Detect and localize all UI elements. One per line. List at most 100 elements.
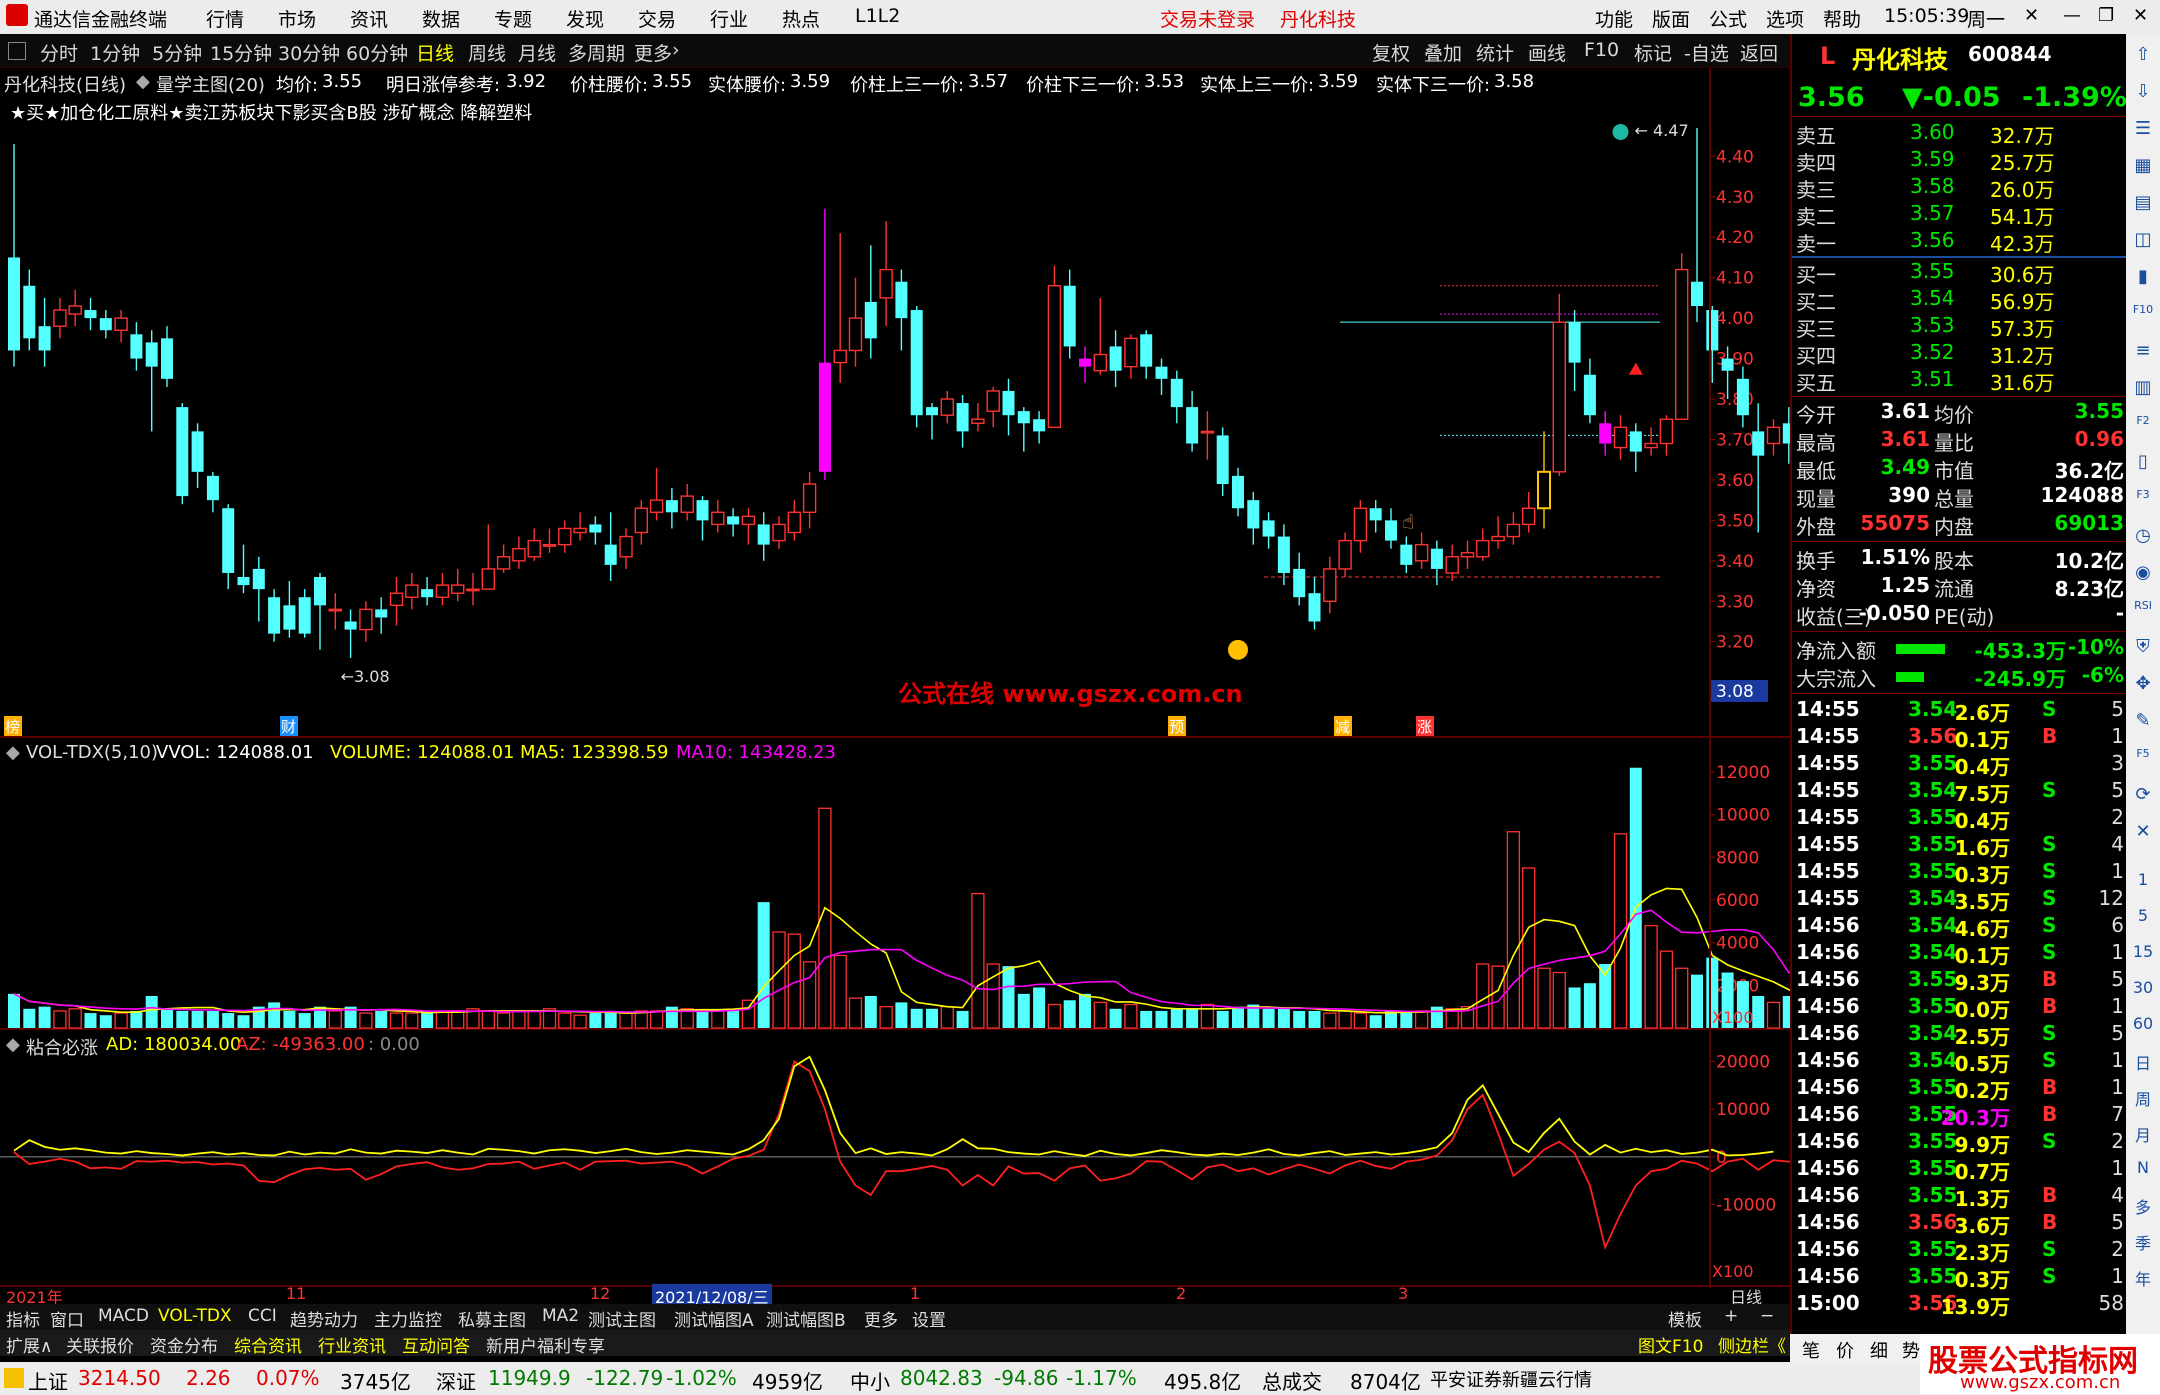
move-icon[interactable]: ✥ xyxy=(2130,673,2156,703)
tool-tongji[interactable]: 统计 xyxy=(1476,39,1514,66)
tab-fenshi[interactable]: 分时 xyxy=(40,39,78,66)
period-shortcut[interactable]: 月 xyxy=(2130,1122,2156,1152)
tab-1min[interactable]: 1分钟 xyxy=(90,39,140,66)
osc-gear-icon[interactable]: ◆ xyxy=(6,1034,20,1055)
period-shortcut[interactable]: 5 xyxy=(2130,906,2156,936)
chart-icon[interactable]: ◫ xyxy=(2130,229,2156,259)
bars-icon[interactable]: ▯ xyxy=(2130,451,2156,481)
period-shortcut[interactable]: 15 xyxy=(2130,942,2156,972)
market-icon[interactable] xyxy=(4,1368,24,1388)
ftab-welfare[interactable]: 新用户福利专享 xyxy=(486,1332,605,1357)
arrow-up-icon[interactable]: ⇧ xyxy=(2130,44,2156,74)
tool-biaoji[interactable]: 标记 xyxy=(1634,39,1672,66)
bid-row[interactable]: 买一 3.55 30.6万 xyxy=(1792,259,2128,287)
tab-multi-period[interactable]: 多周期 xyxy=(568,39,625,66)
close-window-icon[interactable]: ✕ xyxy=(2133,5,2148,26)
candle-icon[interactable]: ▮ xyxy=(2130,266,2156,296)
vol-gear-icon[interactable]: ◆ xyxy=(6,742,20,763)
tab-monthly[interactable]: 月线 xyxy=(518,39,556,66)
tool-fuquan[interactable]: 复权 xyxy=(1372,39,1410,66)
itab-vol-tdx[interactable]: VOL-TDX xyxy=(158,1306,232,1326)
menu-item-hangqing[interactable]: 行情 xyxy=(206,5,244,32)
rsi-icon[interactable]: RSI xyxy=(2130,599,2156,629)
tab-daily[interactable]: 日线 xyxy=(416,39,454,66)
template-button[interactable]: 模板 xyxy=(1668,1306,1702,1331)
menu-item-shuju[interactable]: 数据 xyxy=(422,5,460,32)
panel-toggle-icon[interactable] xyxy=(8,42,26,60)
candlestick-chart[interactable]: 4.404.304.204.104.003.903.803.703.603.50… xyxy=(0,68,1790,738)
ask-row[interactable]: 卖四 3.59 25.7万 xyxy=(1792,147,2128,175)
menu-item-faxian[interactable]: 发现 xyxy=(566,5,604,32)
ask-row[interactable]: 卖一 3.56 42.3万 xyxy=(1792,228,2128,256)
period-shortcut[interactable]: 日 xyxy=(2130,1050,2156,1080)
period-shortcut[interactable]: N xyxy=(2130,1158,2156,1188)
minus-icon[interactable]: − xyxy=(1760,1306,1774,1326)
itab-ma2[interactable]: MA2 xyxy=(542,1306,579,1326)
volume-chart[interactable]: 12000100008000600040002000 xyxy=(0,740,1790,1030)
tab-30min[interactable]: 30分钟 xyxy=(278,39,340,66)
itab-test-a[interactable]: 测试幅图A xyxy=(674,1306,754,1331)
menu-item-bangzhu[interactable]: 帮助 xyxy=(1823,5,1861,32)
ftab-news[interactable]: 综合资讯 xyxy=(234,1332,302,1357)
side-tab-xi[interactable]: 细 xyxy=(1870,1337,1888,1363)
menu-item-shichang[interactable]: 市场 xyxy=(278,5,316,32)
period-shortcut[interactable]: 30 xyxy=(2130,978,2156,1008)
tool-diejia[interactable]: 叠加 xyxy=(1424,39,1462,66)
itab-trend[interactable]: 趋势动力 xyxy=(290,1306,358,1331)
period-shortcut[interactable]: 1 xyxy=(2130,870,2156,900)
eye-icon[interactable]: ◉ xyxy=(2130,562,2156,592)
tab-weekly[interactable]: 周线 xyxy=(468,39,506,66)
clock-icon[interactable]: ◷ xyxy=(2130,525,2156,555)
tab-5min[interactable]: 5分钟 xyxy=(152,39,202,66)
menu-item-jiaoyi[interactable]: 交易 xyxy=(638,5,676,32)
side-tab-sidebar[interactable]: 侧边栏《 xyxy=(1718,1332,1786,1357)
menu-item-banmian[interactable]: 版面 xyxy=(1652,5,1690,32)
menu-item-hangye[interactable]: 行业 xyxy=(710,5,748,32)
menu-item-xuanxiang[interactable]: 选项 xyxy=(1766,5,1804,32)
ask-row[interactable]: 卖三 3.58 26.0万 xyxy=(1792,174,2128,202)
shield-icon[interactable]: ⛨ xyxy=(2130,636,2156,666)
minimize-icon[interactable]: — xyxy=(2063,5,2081,26)
list-icon[interactable]: ☰ xyxy=(2130,118,2156,148)
period-shortcut[interactable]: 年 xyxy=(2130,1266,2156,1296)
itab-macd[interactable]: MACD xyxy=(98,1306,149,1326)
bid-row[interactable]: 买四 3.52 31.2万 xyxy=(1792,340,2128,368)
pen-icon[interactable]: ✎ xyxy=(2130,710,2156,740)
bid-row[interactable]: 买五 3.51 31.6万 xyxy=(1792,367,2128,395)
itab-test-main[interactable]: 测试主图 xyxy=(588,1306,656,1331)
period-shortcut[interactable]: 60 xyxy=(2130,1014,2156,1044)
fs-icon[interactable]: F5 xyxy=(2130,747,2156,777)
chevron-right-icon[interactable]: › xyxy=(672,39,680,61)
period-shortcut[interactable]: 周 xyxy=(2130,1086,2156,1116)
bid-row[interactable]: 买二 3.54 56.9万 xyxy=(1792,286,2128,314)
grid-icon[interactable]: ▦ xyxy=(2130,155,2156,185)
f10-icon[interactable]: F10 xyxy=(2130,303,2156,333)
oscillator-chart[interactable]: 20000100000-10000 xyxy=(0,1032,1790,1287)
restore-icon[interactable]: ❐ xyxy=(2098,5,2114,26)
ftab-qa[interactable]: 互动问答 xyxy=(402,1332,470,1357)
f2-icon[interactable]: F2 xyxy=(2130,414,2156,444)
menu-item-l1l2[interactable]: L1L2 xyxy=(855,5,900,27)
itab-test-b[interactable]: 测试幅图B xyxy=(766,1306,846,1331)
itab-main-monitor[interactable]: 主力监控 xyxy=(374,1306,442,1331)
itab-private[interactable]: 私募主图 xyxy=(458,1306,526,1331)
stats-icon[interactable]: ▥ xyxy=(2130,377,2156,407)
bid-row[interactable]: 买三 3.53 57.3万 xyxy=(1792,313,2128,341)
menu-item-zixun[interactable]: 资讯 xyxy=(350,5,388,32)
itab-more[interactable]: 更多 xyxy=(864,1306,898,1331)
tab-15min[interactable]: 15分钟 xyxy=(210,39,272,66)
side-tab-f10[interactable]: 图文F10 xyxy=(1638,1332,1703,1357)
plus-icon[interactable]: + xyxy=(1724,1306,1738,1326)
f3-icon[interactable]: F3 xyxy=(2130,488,2156,518)
menu-item-zhuanti[interactable]: 专题 xyxy=(494,5,532,32)
ftab-related[interactable]: 关联报价 xyxy=(66,1332,134,1357)
cross-icon[interactable]: ✕ xyxy=(2130,821,2156,851)
lines-icon[interactable]: ≡ xyxy=(2130,340,2156,370)
ask-row[interactable]: 卖五 3.60 32.7万 xyxy=(1792,120,2128,148)
itab-chuangkou[interactable]: 窗口 xyxy=(50,1306,84,1331)
ask-row[interactable]: 卖二 3.57 54.1万 xyxy=(1792,201,2128,229)
menu-item-gongshi[interactable]: 公式 xyxy=(1709,5,1747,32)
tool-remove-fav[interactable]: -自选 xyxy=(1684,39,1729,66)
tool-huaxian[interactable]: 画线 xyxy=(1528,39,1566,66)
itab-settings[interactable]: 设置 xyxy=(912,1306,946,1331)
